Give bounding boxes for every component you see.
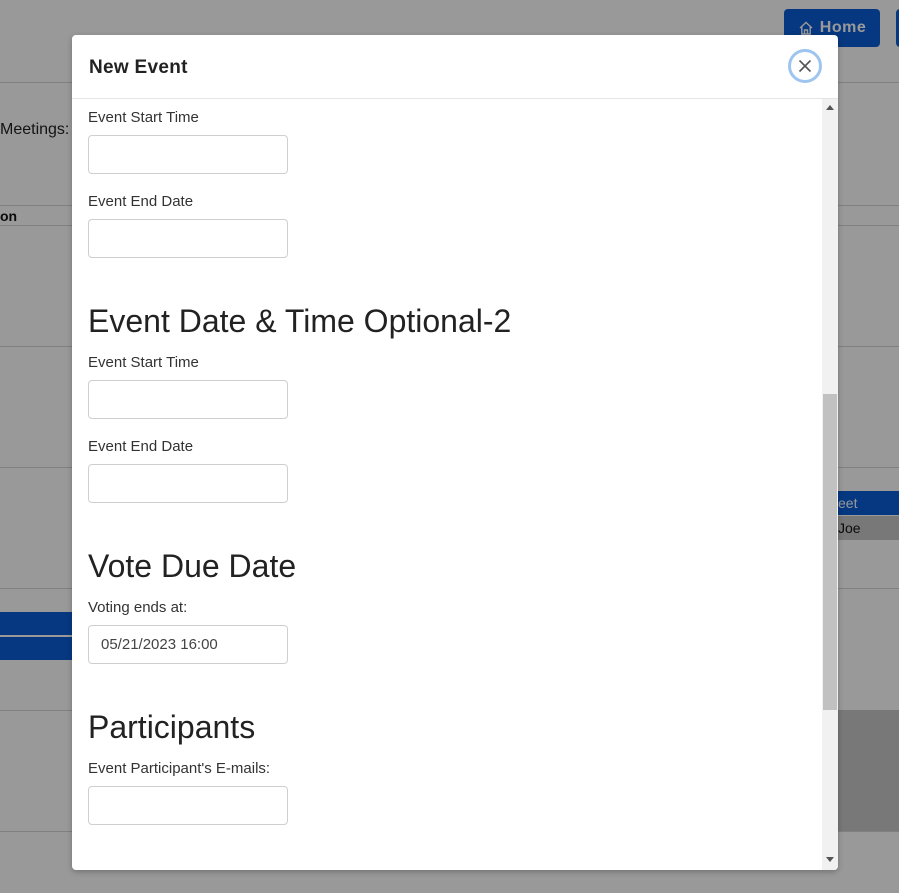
event-end-date-label: Event End Date bbox=[88, 193, 194, 210]
modal-title: New Event bbox=[89, 57, 188, 78]
participant-emails-input[interactable] bbox=[88, 786, 288, 825]
modal-scrollbar[interactable] bbox=[822, 99, 838, 870]
scroll-down-arrow-icon[interactable] bbox=[826, 857, 834, 862]
scroll-up-arrow-icon[interactable] bbox=[826, 105, 834, 110]
event-end-date-input[interactable] bbox=[88, 219, 288, 258]
modal-body: Event Start Time Event End Date Event Da… bbox=[72, 99, 822, 870]
event-start-time-input[interactable] bbox=[88, 380, 288, 419]
modal-header: New Event bbox=[72, 35, 838, 99]
event-end-date-input[interactable] bbox=[88, 464, 288, 503]
voting-ends-label: Voting ends at: bbox=[88, 599, 188, 616]
scrollbar-thumb[interactable] bbox=[823, 394, 837, 710]
new-event-modal: New Event Event Start Time Event End Dat… bbox=[72, 35, 838, 870]
section-heading-participants: Participants bbox=[88, 709, 256, 745]
section-heading-optional-2: Event Date & Time Optional-2 bbox=[88, 303, 512, 339]
event-start-time-label: Event Start Time bbox=[88, 109, 199, 126]
voting-ends-input[interactable] bbox=[88, 625, 288, 664]
close-button[interactable] bbox=[788, 49, 822, 83]
close-icon bbox=[798, 59, 812, 73]
event-end-date-label: Event End Date bbox=[88, 438, 194, 455]
participant-emails-label: Event Participant's E-mails: bbox=[88, 760, 271, 777]
event-start-time-label: Event Start Time bbox=[88, 354, 199, 371]
event-start-time-input[interactable] bbox=[88, 135, 288, 174]
section-heading-vote-due-date: Vote Due Date bbox=[88, 548, 297, 584]
